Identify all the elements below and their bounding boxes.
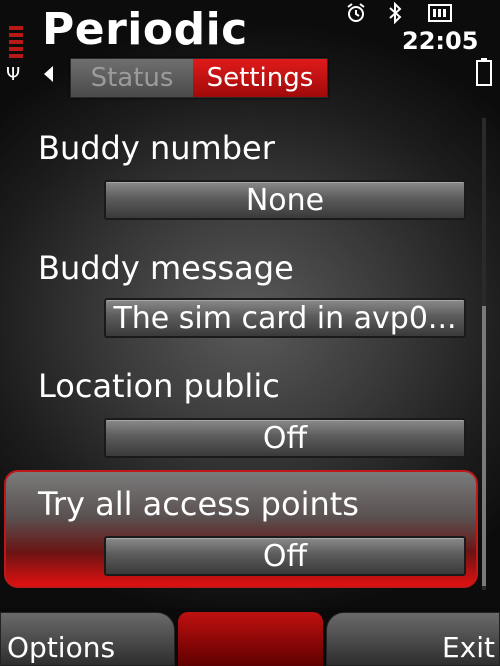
options-softkey[interactable]: Options: [0, 612, 175, 666]
center-softkey[interactable]: [178, 612, 323, 666]
bluetooth-icon: [389, 2, 402, 24]
exit-softkey[interactable]: Exit: [326, 612, 500, 666]
tab-left-arrow-icon[interactable]: [44, 66, 53, 82]
tab-bar: Status Settings: [70, 58, 328, 98]
setting-label: Try all access points: [38, 485, 359, 523]
setting-value-field[interactable]: None: [104, 180, 466, 220]
antenna-icon: Ψ: [6, 64, 21, 85]
tab-status[interactable]: Status: [71, 59, 193, 97]
options-softkey-label: Options: [7, 631, 116, 664]
alarm-icon: [347, 3, 365, 22]
setting-label: Location public: [38, 367, 280, 405]
setting-label: Buddy number: [38, 129, 275, 167]
setting-value-field[interactable]: Off: [104, 536, 466, 576]
keyboard-icon: [428, 4, 452, 22]
battery-icon: [476, 58, 492, 86]
tab-settings[interactable]: Settings: [193, 59, 327, 97]
exit-softkey-label: Exit: [441, 631, 495, 664]
scrollbar-thumb[interactable]: [482, 306, 486, 586]
clock: 22:05: [402, 27, 479, 55]
setting-value-field[interactable]: The sim card in avp0...: [104, 298, 466, 338]
setting-value-field[interactable]: Off: [104, 418, 466, 458]
scrollbar[interactable]: [482, 118, 486, 590]
app-title: Periodic: [42, 4, 248, 55]
setting-label: Buddy message: [38, 249, 294, 287]
